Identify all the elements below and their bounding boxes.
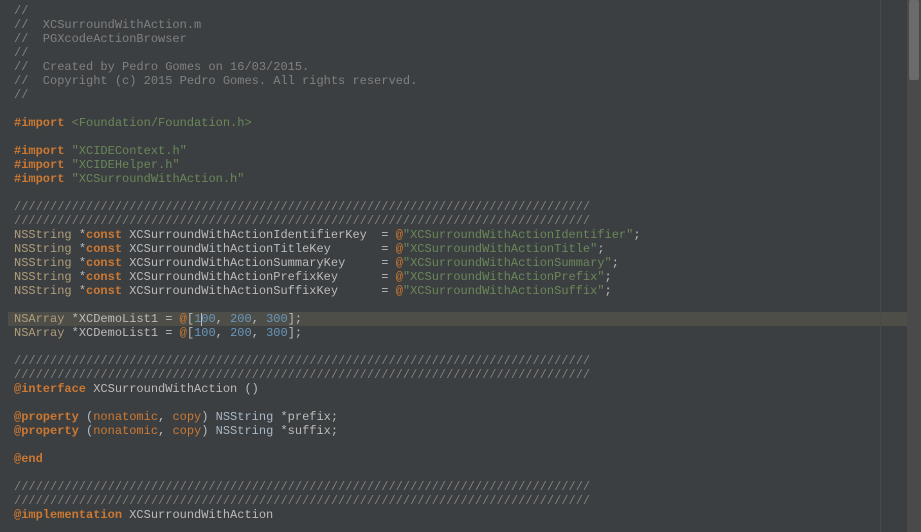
property-line: @property (nonatomic, copy) NSString *su…: [14, 424, 915, 438]
blank-line: [14, 102, 915, 116]
vertical-scrollbar[interactable]: [907, 0, 921, 532]
const-line: NSString *const XCSurroundWithActionSuff…: [14, 284, 915, 298]
const-line: NSString *const XCSurroundWithActionPref…: [14, 270, 915, 284]
demo-line-highlighted: NSArray *XCDemoList1 = @[100, 200, 300];: [8, 312, 921, 326]
divider-line: ////////////////////////////////////////…: [14, 214, 915, 228]
gutter: [0, 0, 8, 532]
import-line: #import "XCIDEHelper.h": [14, 158, 915, 172]
blank-line: [14, 298, 915, 312]
comment-line: //: [14, 46, 915, 60]
blank-line: [14, 130, 915, 144]
scrollbar-thumb[interactable]: [909, 0, 919, 80]
divider-line: ////////////////////////////////////////…: [14, 494, 915, 508]
comment-line: // Copyright (c) 2015 Pedro Gomes. All r…: [14, 74, 915, 88]
property-line: @property (nonatomic, copy) NSString *pr…: [14, 410, 915, 424]
comment-line: //: [14, 4, 915, 18]
end-line: @end: [14, 452, 915, 466]
comment-line: // PGXcodeActionBrowser: [14, 32, 915, 46]
comment-line: // Created by Pedro Gomes on 16/03/2015.: [14, 60, 915, 74]
import-line: #import "XCIDEContext.h": [14, 144, 915, 158]
implementation-line: @implementation XCSurroundWithAction: [14, 508, 915, 522]
const-line: NSString *const XCSurroundWithActionIden…: [14, 228, 915, 242]
comment-line: //: [14, 88, 915, 102]
editor-container: // // XCSurroundWithAction.m // PGXcodeA…: [0, 0, 921, 532]
import-line: #import "XCSurroundWithAction.h": [14, 172, 915, 186]
divider-line: ////////////////////////////////////////…: [14, 354, 915, 368]
blank-line: [14, 396, 915, 410]
margin-line: [880, 0, 881, 532]
comment-line: // XCSurroundWithAction.m: [14, 18, 915, 32]
divider-line: ////////////////////////////////////////…: [14, 368, 915, 382]
divider-line: ////////////////////////////////////////…: [14, 480, 915, 494]
const-line: NSString *const XCSurroundWithActionSumm…: [14, 256, 915, 270]
const-line: NSString *const XCSurroundWithActionTitl…: [14, 242, 915, 256]
divider-line: ////////////////////////////////////////…: [14, 200, 915, 214]
demo-line: NSArray *XCDemoList1 = @[100, 200, 300];: [14, 326, 915, 340]
blank-line: [14, 438, 915, 452]
blank-line: [14, 340, 915, 354]
code-area[interactable]: // // XCSurroundWithAction.m // PGXcodeA…: [8, 0, 921, 532]
import-line: #import <Foundation/Foundation.h>: [14, 116, 915, 130]
blank-line: [14, 466, 915, 480]
blank-line: [14, 186, 915, 200]
interface-line: @interface XCSurroundWithAction (): [14, 382, 915, 396]
